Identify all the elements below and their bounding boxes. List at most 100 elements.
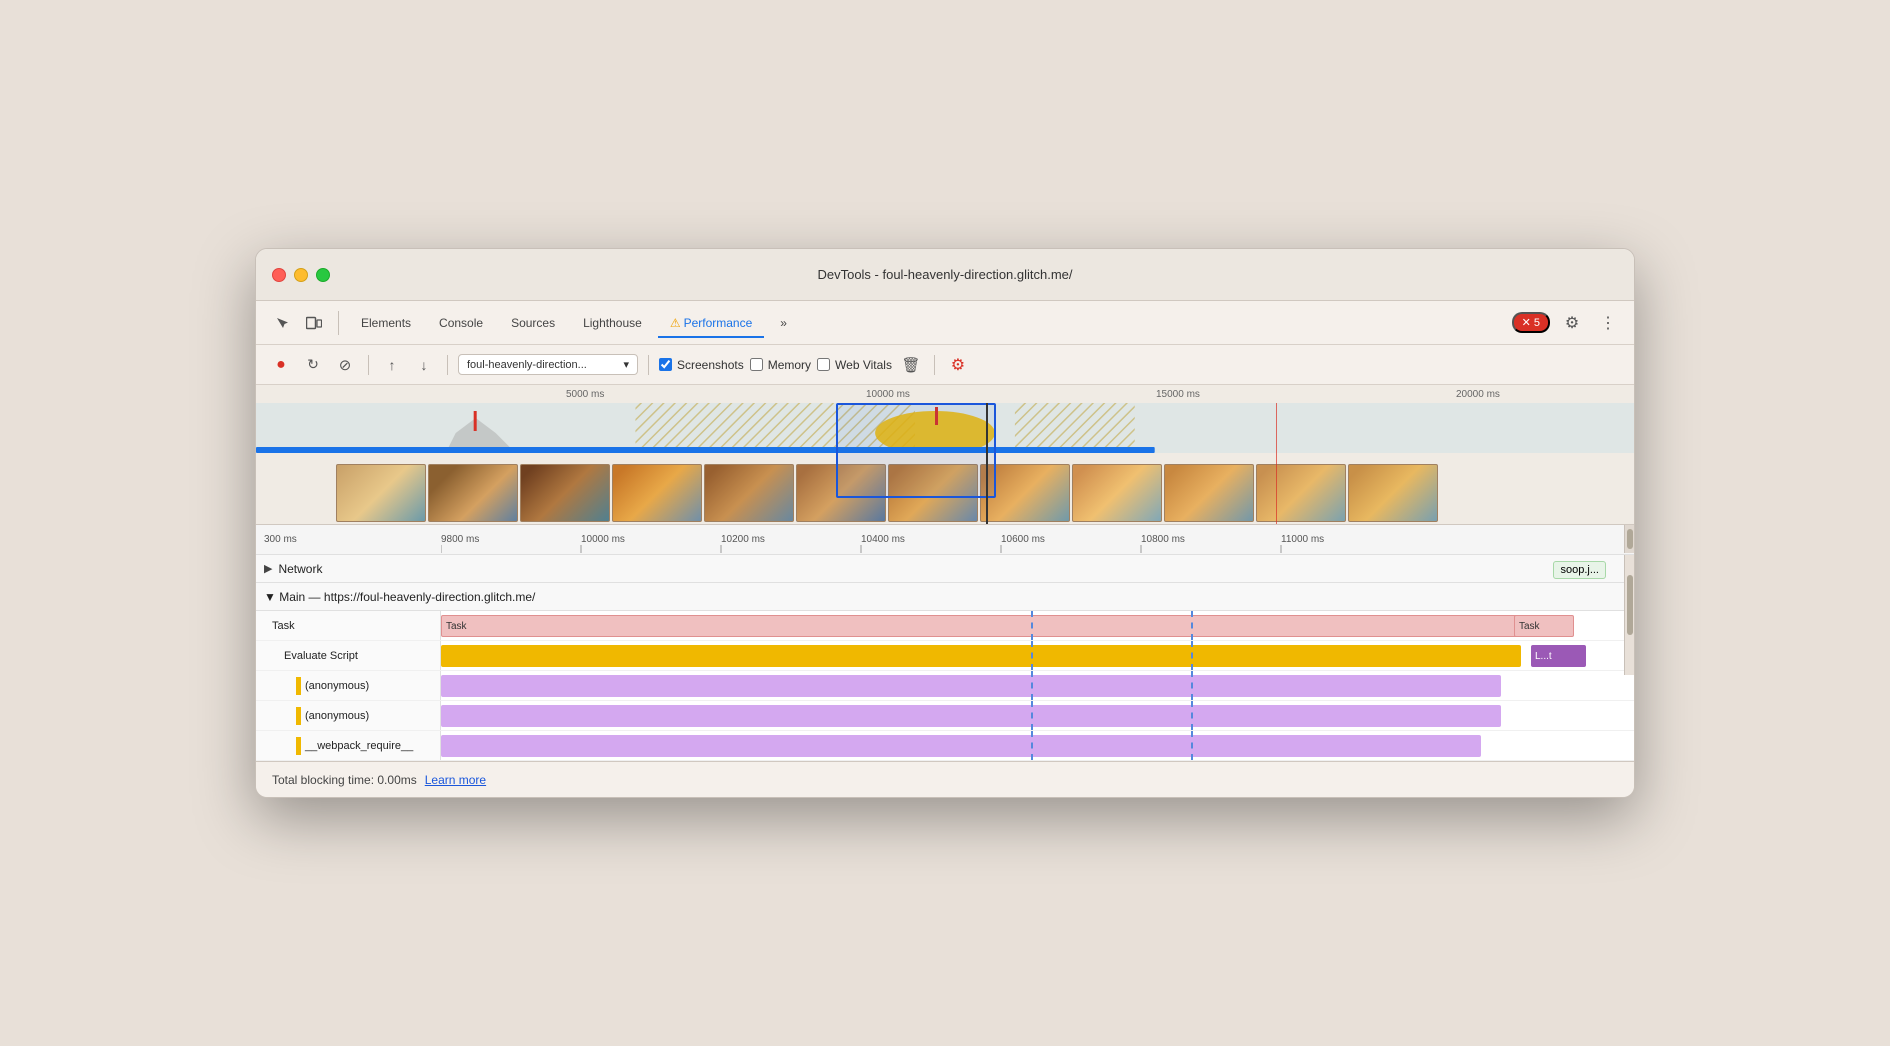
task-bar-area: Task Task (441, 611, 1634, 640)
scrollbar-v-middle[interactable] (1624, 555, 1634, 675)
table-row: Task Task Task (256, 611, 1634, 641)
toolbar2-separator-2 (447, 355, 448, 375)
marker-line-red (1276, 403, 1277, 524)
flame-chart-rows: Task Task Task Evaluate Script (256, 611, 1634, 761)
web-vitals-checkbox-label[interactable]: Web Vitals (817, 358, 892, 372)
titlebar: DevTools - foul-heavenly-direction.glitc… (256, 249, 1634, 301)
secondary-toolbar: ● ↻ ⊘ ↑ ↓ foul-heavenly-direction... ▾ S… (256, 345, 1634, 385)
table-row: (anonymous) (256, 701, 1634, 731)
time-label-15000: 15000 ms (1156, 389, 1200, 400)
toolbar2-separator-1 (368, 355, 369, 375)
anon1-bar-area (441, 671, 1634, 700)
ellipsis-icon: ⋮ (1600, 313, 1616, 333)
dashed-line-eval-left (1031, 641, 1033, 670)
save-profile-button[interactable]: ↓ (411, 352, 437, 378)
anon2-row-label: (anonymous) (256, 701, 441, 730)
screenshot-thumb-3 (520, 464, 610, 522)
scrollbar-v-top[interactable] (1624, 525, 1634, 553)
evaluate-script-bar[interactable] (441, 645, 1521, 667)
tick-marks (441, 525, 1634, 555)
anon1-row-label: (anonymous) (256, 671, 441, 700)
screenshot-thumb-5 (704, 464, 794, 522)
minimize-button[interactable] (294, 268, 308, 282)
url-display: foul-heavenly-direction... ▾ (458, 354, 638, 375)
tab-sources[interactable]: Sources (499, 312, 567, 334)
close-button[interactable] (272, 268, 286, 282)
evaluate-script-row-label: Evaluate Script (256, 641, 441, 670)
more-options-button[interactable]: ⋮ (1594, 309, 1622, 337)
screenshots-checkbox-label[interactable]: Screenshots (659, 358, 744, 372)
main-toolbar: Elements Console Sources Lighthouse ⚠Per… (256, 301, 1634, 345)
blocking-time-label: Total blocking time: 0.00ms (272, 773, 417, 787)
settings-button[interactable]: ⚙ (1558, 309, 1586, 337)
time-label-20000: 20000 ms (1456, 389, 1500, 400)
screenshot-thumb-11 (1256, 464, 1346, 522)
webpack-row-label: __webpack_require__ (256, 731, 441, 760)
tab-console[interactable]: Console (427, 312, 495, 334)
dashed-line-webpack-left (1031, 731, 1033, 760)
load-profile-button[interactable]: ↑ (379, 352, 405, 378)
maximize-button[interactable] (316, 268, 330, 282)
traffic-lights (272, 268, 330, 282)
main-thread-header: ▼ Main — https://foul-heavenly-direction… (256, 583, 1634, 611)
task-row-label: Task (256, 611, 441, 640)
toolbar2-separator-4 (934, 355, 935, 375)
network-toggle-button[interactable]: ▶ (264, 562, 272, 575)
dashed-line-anon2-right (1191, 701, 1193, 730)
learn-more-link[interactable]: Learn more (425, 773, 486, 787)
evaluate-script-bar-right[interactable]: L...t (1531, 645, 1586, 667)
anon2-bar[interactable] (441, 705, 1501, 727)
dashed-line-anon1-left (1031, 671, 1033, 700)
time-label-10000: 10000 ms (866, 389, 910, 400)
status-bar: Total blocking time: 0.00ms Learn more (256, 761, 1634, 797)
dashed-line-webpack-right (1191, 731, 1193, 760)
device-emulation-button[interactable] (300, 309, 328, 337)
screenshots-checkbox[interactable] (659, 358, 672, 371)
memory-checkbox-label[interactable]: Memory (750, 358, 811, 372)
playhead-line (986, 403, 988, 524)
dashed-line-right (1191, 611, 1193, 640)
error-x-icon: ✕ (1522, 316, 1531, 329)
delete-button[interactable]: 🗑 (898, 352, 924, 378)
timescale-row: 300 ms 9800 ms 10000 ms 10200 ms 10400 m… (256, 525, 1634, 555)
task-bar-right[interactable]: Task (1514, 615, 1574, 637)
gear-icon: ⚙ (1565, 313, 1579, 333)
window-title: DevTools - foul-heavenly-direction.glitc… (817, 267, 1072, 282)
overview-panel: 5000 ms 10000 ms 15000 ms 20000 ms CPU N… (256, 385, 1634, 525)
screenshot-thumb-4 (612, 464, 702, 522)
task-bar[interactable]: Task (441, 615, 1541, 637)
tab-elements[interactable]: Elements (349, 312, 423, 334)
dashed-line-anon2-left (1031, 701, 1033, 730)
performance-warning-icon: ⚠ (670, 316, 681, 330)
screenshot-thumb-1 (336, 464, 426, 522)
dashed-line-eval-right (1191, 641, 1193, 670)
reload-record-button[interactable]: ↻ (300, 352, 326, 378)
capture-settings-button[interactable]: ⚙ (945, 352, 971, 378)
clear-button[interactable]: ⊘ (332, 352, 358, 378)
screenshot-thumb-10 (1164, 464, 1254, 522)
scrollbar-thumb-middle (1627, 575, 1633, 635)
webpack-bar[interactable] (441, 735, 1481, 757)
table-row: Evaluate Script L...t (256, 641, 1634, 671)
screenshot-thumb-9 (1072, 464, 1162, 522)
tab-more[interactable]: » (768, 312, 799, 334)
anon1-indicator (296, 677, 301, 695)
anon1-bar[interactable] (441, 675, 1501, 697)
dashed-line-left (1031, 611, 1033, 640)
time-label-5000: 5000 ms (566, 389, 604, 400)
anon2-indicator (296, 707, 301, 725)
devtools-window: DevTools - foul-heavenly-direction.glitc… (255, 248, 1635, 798)
webpack-bar-area (441, 731, 1634, 760)
tab-performance[interactable]: ⚠Performance (658, 312, 764, 334)
dashed-line-anon1-right (1191, 671, 1193, 700)
toolbar2-separator-3 (648, 355, 649, 375)
network-file-label: soop.j... (1553, 560, 1606, 578)
cursor-tool-button[interactable] (268, 309, 296, 337)
tab-lighthouse[interactable]: Lighthouse (571, 312, 654, 334)
error-badge-button[interactable]: ✕ 5 (1512, 312, 1550, 333)
web-vitals-checkbox[interactable] (817, 358, 830, 371)
timeline-selection-box[interactable] (836, 403, 996, 498)
memory-checkbox[interactable] (750, 358, 763, 371)
record-button[interactable]: ● (268, 352, 294, 378)
table-row: __webpack_require__ (256, 731, 1634, 761)
